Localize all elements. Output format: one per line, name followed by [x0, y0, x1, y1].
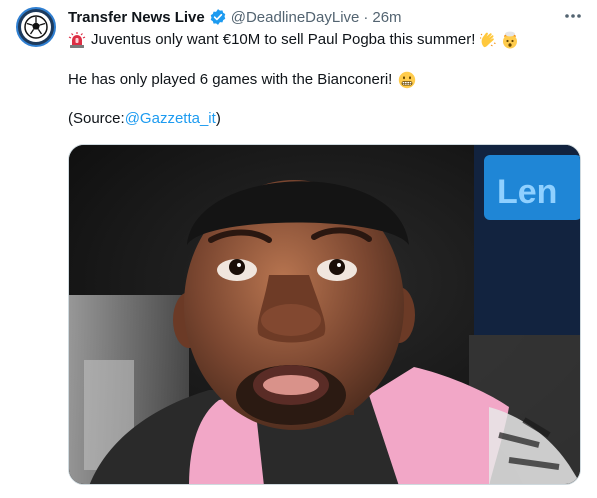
tweet-text-line-2: He has only played 6 games with the Bian…: [68, 70, 418, 90]
media-sign-text: Len: [497, 173, 557, 211]
more-dots-icon[interactable]: [562, 6, 584, 26]
source-mention-link[interactable]: @Gazzetta_it: [125, 109, 216, 129]
verified-badge-icon[interactable]: [209, 8, 227, 26]
grimacing-face-emoji-icon: [398, 71, 416, 89]
tweet-source-line: (Source: @Gazzetta_it ): [68, 109, 221, 129]
tweet-card[interactable]: Transfer News Live @DeadlineDayLive · 26…: [0, 0, 597, 498]
source-suffix: ): [215, 110, 221, 127]
clapping-hands-emoji-icon: [479, 31, 497, 49]
user-handle[interactable]: @DeadlineDayLive: [231, 9, 360, 26]
tweet-text-2: He has only played 6 games with the Bian…: [68, 71, 393, 88]
tweet-header: Transfer News Live @DeadlineDayLive · 26…: [68, 6, 402, 28]
soccer-ball-icon: [21, 12, 51, 42]
avatar[interactable]: [16, 7, 56, 47]
siren-emoji-icon: [68, 31, 86, 49]
tweet-text-line-1: Juventus only want €10M to sell Paul Pog…: [68, 30, 521, 50]
timestamp[interactable]: 26m: [372, 9, 401, 26]
source-prefix: (Source:: [68, 110, 125, 127]
tweet-media-image[interactable]: Len: [68, 144, 581, 485]
tweet-text-1: Juventus only want €10M to sell Paul Pog…: [91, 31, 476, 48]
display-name[interactable]: Transfer News Live: [68, 9, 205, 26]
exploding-head-emoji-icon: [501, 31, 519, 49]
separator-dot: ·: [363, 8, 369, 26]
